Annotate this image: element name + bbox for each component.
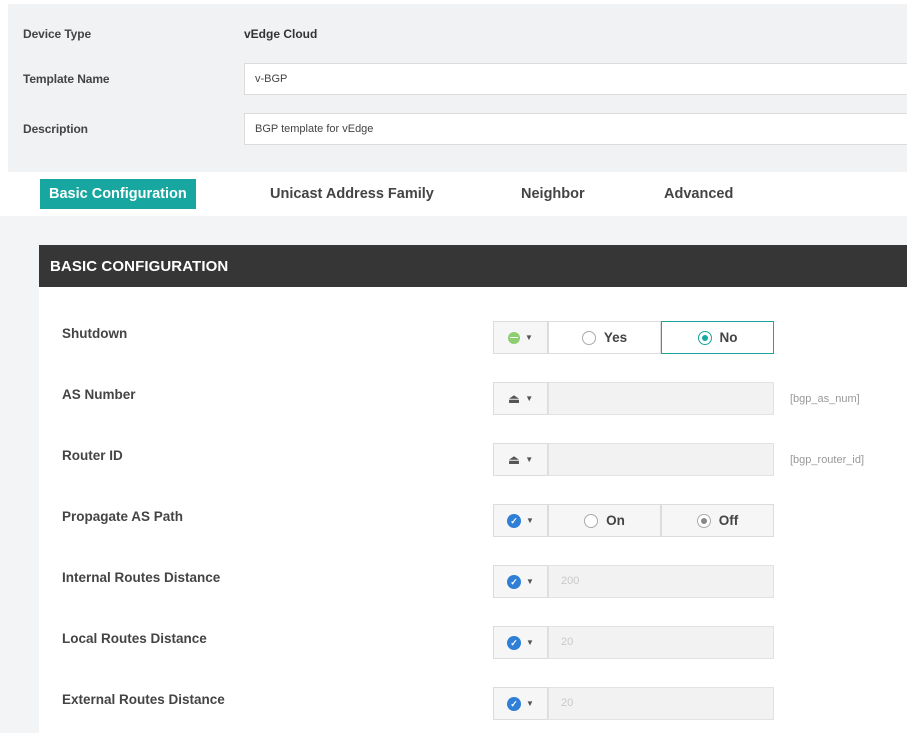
description-label: Description (23, 122, 88, 136)
radio-selected-icon (696, 513, 711, 528)
shutdown-yes-option[interactable]: Yes (548, 321, 661, 354)
device-type-row: Device Type vEdge Cloud (8, 18, 907, 50)
internal-routes-scope-dropdown[interactable]: ✓ ▼ (493, 565, 548, 598)
shutdown-scope-dropdown[interactable]: ▼ (493, 321, 548, 354)
panel-title: BASIC CONFIGURATION (39, 245, 907, 287)
template-name-input[interactable]: v-BGP (244, 63, 907, 95)
shutdown-label: Shutdown (62, 326, 128, 341)
as-number-label: AS Number (62, 387, 136, 402)
router-id-input[interactable] (548, 443, 774, 476)
local-routes-scope-dropdown[interactable]: ✓ ▼ (493, 626, 548, 659)
check-icon: ✓ (507, 574, 522, 589)
template-name-row: Template Name v-BGP (8, 63, 907, 95)
propagate-on-label: On (606, 513, 625, 528)
globe-icon (508, 331, 521, 344)
router-id-scope-dropdown[interactable]: ⏏ ▼ (493, 443, 548, 476)
check-icon: ✓ (507, 513, 522, 528)
tab-advanced[interactable]: Advanced (664, 179, 733, 209)
chevron-down-icon: ▼ (525, 333, 533, 342)
external-routes-distance-label: External Routes Distance (62, 692, 225, 707)
template-name-label: Template Name (23, 72, 110, 86)
external-routes-scope-dropdown[interactable]: ✓ ▼ (493, 687, 548, 720)
device-type-value: vEdge Cloud (244, 27, 318, 41)
router-id-variable: [bgp_router_id] (790, 454, 864, 466)
chevron-down-icon: ▼ (525, 394, 534, 403)
chevron-down-icon: ▼ (526, 638, 534, 647)
config-tabs: Basic Configuration Unicast Address Fami… (0, 172, 907, 216)
tab-unicast-address-family[interactable]: Unicast Address Family (270, 179, 434, 209)
propagate-as-path-label: Propagate AS Path (62, 509, 184, 524)
as-number-input[interactable] (548, 382, 774, 415)
propagate-on-option[interactable]: On (548, 504, 661, 537)
radio-icon (581, 330, 596, 345)
chevron-down-icon: ▼ (525, 455, 534, 464)
propagate-off-option[interactable]: Off (661, 504, 774, 537)
description-input[interactable]: BGP template for vEdge (244, 113, 907, 145)
chevron-down-icon: ▼ (526, 516, 534, 525)
device-type-label: Device Type (23, 27, 92, 41)
local-routes-distance-label: Local Routes Distance (62, 631, 207, 646)
internal-routes-distance-input[interactable]: 200 (548, 565, 774, 598)
propagate-off-label: Off (718, 513, 739, 528)
external-routes-distance-input[interactable]: 20 (548, 687, 774, 720)
template-info-section: Device Type vEdge Cloud Template Name v-… (8, 4, 907, 172)
radio-selected-icon (697, 330, 712, 345)
shutdown-yes-label: Yes (603, 330, 628, 345)
as-number-scope-dropdown[interactable]: ⏏ ▼ (493, 382, 548, 415)
tab-neighbor[interactable]: Neighbor (521, 179, 585, 209)
basic-configuration-panel: BASIC CONFIGURATION Shutdown ▼ Yes No AS… (39, 245, 907, 733)
chevron-down-icon: ▼ (526, 577, 534, 586)
as-number-variable: [bgp_as_num] (790, 393, 860, 405)
device-specific-icon: ⏏ (507, 390, 521, 406)
propagate-as-path-scope-dropdown[interactable]: ✓ ▼ (493, 504, 548, 537)
router-id-label: Router ID (62, 448, 123, 463)
description-row: Description BGP template for vEdge (8, 113, 907, 145)
check-icon: ✓ (507, 696, 522, 711)
tab-basic-configuration[interactable]: Basic Configuration (40, 179, 196, 209)
check-icon: ✓ (507, 635, 522, 650)
internal-routes-distance-label: Internal Routes Distance (62, 570, 221, 585)
device-specific-icon: ⏏ (507, 451, 521, 467)
propagate-as-path-radio-group: On Off (548, 504, 774, 537)
radio-icon (584, 513, 599, 528)
chevron-down-icon: ▼ (526, 699, 534, 708)
shutdown-no-option[interactable]: No (661, 321, 774, 354)
shutdown-radio-group: Yes No (548, 321, 774, 354)
shutdown-no-label: No (719, 330, 738, 345)
local-routes-distance-input[interactable]: 20 (548, 626, 774, 659)
